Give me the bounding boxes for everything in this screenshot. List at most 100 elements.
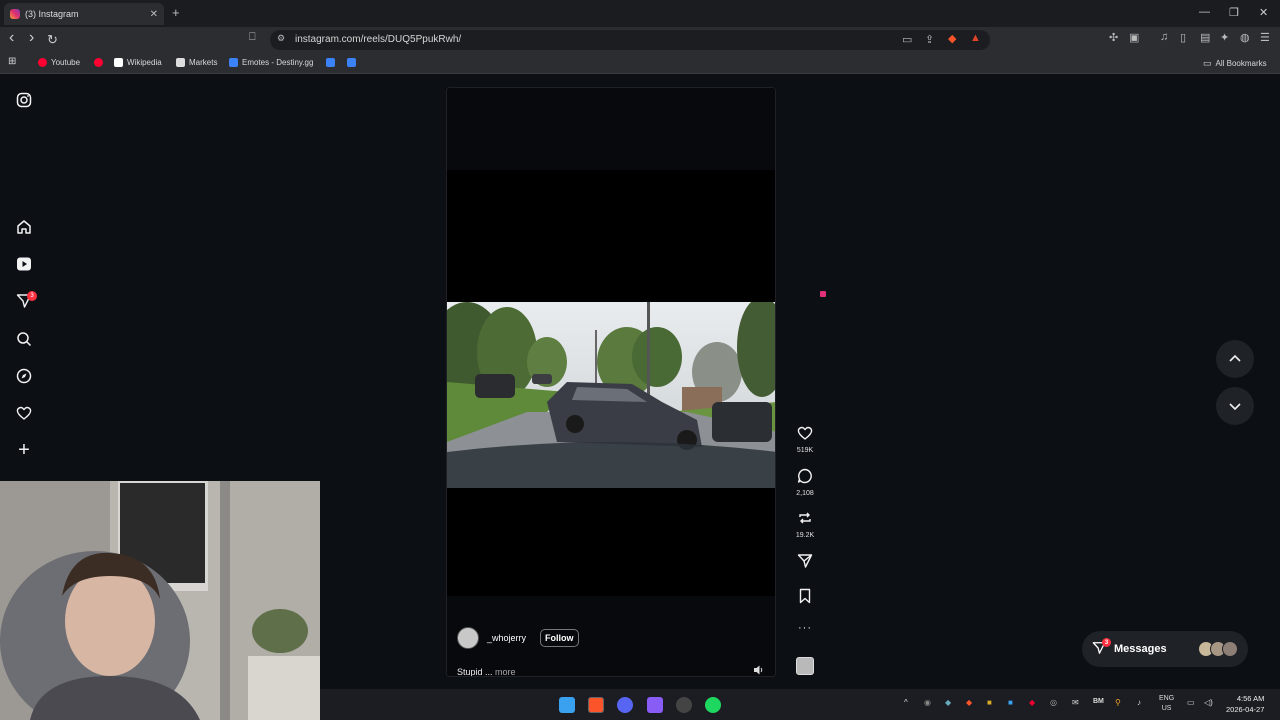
start-menu-icon[interactable] [559,697,575,713]
tray-overflow-icon[interactable]: ^ [904,698,908,707]
tray-app-icon[interactable]: ◎ [1050,698,1057,707]
bookmark-youtube[interactable]: Youtube [38,58,80,67]
audio-thumbnail[interactable] [794,657,816,675]
site-settings-icon[interactable]: ⚙ [277,33,285,44]
leo-ai-icon[interactable]: ✦ [1220,31,1229,44]
tray-app-icon[interactable]: ■ [1008,698,1013,707]
back-button[interactable]: ‹ [9,29,14,47]
previous-reel-button[interactable] [1216,340,1254,378]
destiny-bookmark-icon [229,58,238,67]
repost-action[interactable]: 19.2K [794,510,816,539]
spotify-taskbar-icon[interactable] [705,697,721,713]
caption-more-link[interactable]: more [495,667,516,676]
create-icon[interactable]: + [14,439,34,461]
audio-avatar-icon[interactable] [796,657,814,675]
bookmark-destiny-emotes[interactable]: Emotes - Destiny.gg [229,58,313,67]
microphone-icon[interactable]: ♪ [1137,698,1141,707]
bookmark-page-icon[interactable]: ⎕ [249,31,256,44]
reel-top-area [447,88,775,170]
apps-grid-icon[interactable]: ⊞ [8,56,16,67]
cast-icon[interactable]: ▭ [902,33,912,46]
brave-rewards-icon[interactable]: ▲ [970,32,981,44]
screenshot-icon[interactable]: ▣ [1129,31,1139,44]
search-icon[interactable] [14,329,34,349]
explore-icon[interactable] [14,366,34,386]
instagram-favicon-icon [10,9,20,19]
browser-toolbar: ‹ › ↻ ⎕ ⚙ instagram.com/reels/DUQ5PpukRw… [0,27,1280,53]
system-clock[interactable]: 4:56 AM 2026-04-27 [1226,693,1264,715]
forward-button[interactable]: › [29,29,34,47]
volume-tray-icon[interactable]: ◁) [1204,698,1213,707]
markets-bookmark-icon [176,58,185,67]
all-bookmarks-label: All Bookmarks [1215,59,1267,68]
like-heart-icon[interactable] [794,425,816,445]
webcam-overlay [0,481,320,720]
minimize-button[interactable]: — [1199,6,1210,18]
bookmark-markets[interactable]: Markets [176,58,217,67]
tray-app-icon[interactable]: ◆ [1029,698,1035,707]
new-tab-button[interactable]: + [172,5,180,20]
active-tab[interactable]: (3) Instagram ✕ [4,3,164,25]
discord-taskbar-icon[interactable] [617,697,633,713]
bookmark-destiny-3[interactable] [347,58,356,67]
sidebar-toggle-icon[interactable]: ▯ [1180,31,1186,44]
bookmark-wikipedia[interactable]: Wikipedia [114,58,162,67]
instagram-logo-icon[interactable] [14,90,34,110]
follow-button[interactable]: Follow [540,629,579,647]
share-page-icon[interactable]: ⇪ [925,33,934,46]
youtube-bookmark-icon [94,58,103,67]
address-bar[interactable]: ⚙ instagram.com/reels/DUQ5PpukRwh/ ▭ ⇪ ◆… [270,30,990,50]
display-icon[interactable]: ▭ [1187,698,1195,707]
reel-video[interactable] [447,302,775,488]
comment-action[interactable]: 2,108 [794,468,816,497]
bookmark-youtube-2[interactable] [94,58,103,67]
url-text[interactable]: instagram.com/reels/DUQ5PpukRwh/ [295,34,461,45]
brave-shields-icon[interactable]: ◆ [948,32,956,45]
wallet-icon[interactable]: ▤ [1200,31,1210,44]
media-icon[interactable]: ♫ [1160,31,1168,43]
next-reel-button[interactable] [1216,387,1254,425]
obs-taskbar-icon[interactable] [647,697,663,713]
repost-icon[interactable] [794,510,816,530]
like-action[interactable]: 519K [794,425,816,454]
comment-count: 2,108 [796,490,814,497]
brave-taskbar-icon[interactable] [588,697,604,713]
extensions-icon[interactable]: ✣ [1109,31,1118,44]
volume-icon[interactable] [752,663,766,676]
tray-app-icon[interactable]: ◉ [924,698,931,707]
language-indicator[interactable]: ENG US [1159,694,1174,714]
tray-app-icon[interactable]: BM [1093,698,1104,705]
reel-caption: Stupid ... more [457,667,516,677]
bookmark-destiny-2[interactable] [326,58,335,67]
restore-button[interactable]: ❐ [1229,6,1239,19]
steam-taskbar-icon[interactable] [676,697,692,713]
more-options-icon[interactable]: ··· [794,622,816,634]
home-icon[interactable] [14,217,34,237]
comment-bubble-icon[interactable] [794,468,816,488]
reels-icon[interactable] [14,254,34,274]
vpn-icon[interactable]: ◍ [1240,31,1250,44]
messages-button[interactable]: 3 Messages [1082,631,1248,667]
close-window-button[interactable]: ✕ [1259,6,1268,19]
clock-time: 4:56 AM [1236,694,1265,703]
like-count: 519K [796,447,814,454]
tab-close-icon[interactable]: ✕ [150,9,158,20]
menu-icon[interactable]: ☰ [1260,31,1270,44]
bookmark-label: Emotes - Destiny.gg [242,58,314,67]
all-bookmarks-button[interactable]: ▭ All Bookmarks [1203,58,1267,69]
author-username[interactable]: _whojerry [487,633,526,643]
share-action[interactable] [794,553,816,573]
caption-ellipsis: ... [482,667,496,677]
tray-app-icon[interactable]: ■ [987,698,992,707]
tray-app-icon[interactable]: ✉ [1072,698,1079,707]
tray-app-icon[interactable]: ◆ [966,698,972,707]
reel-player[interactable]: _whojerry Follow Stupid ... more [446,87,776,677]
save-action[interactable] [794,588,816,608]
author-avatar[interactable] [457,627,479,649]
tray-app-icon[interactable]: ◆ [945,698,951,707]
heart-icon[interactable] [14,403,34,423]
share-paper-plane-icon[interactable] [794,553,816,573]
tray-app-icon[interactable]: ⚲ [1115,698,1121,707]
reload-button[interactable]: ↻ [47,32,58,48]
bookmark-save-icon[interactable] [794,588,816,608]
